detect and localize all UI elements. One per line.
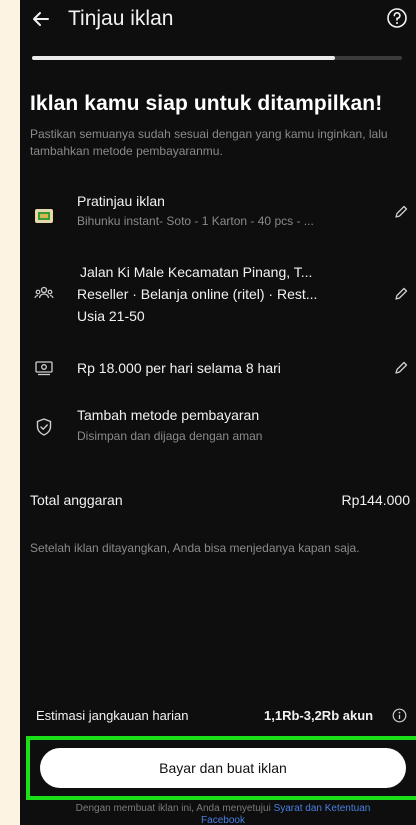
reach-value: 1,1Rb-3,2Rb akun [264,708,374,723]
phone-screen: Tinjau iklan Iklan kamu siap untuk ditam… [20,0,416,825]
pause-note: Setelah iklan ditayangkan, Anda bisa men… [30,541,360,555]
info-icon[interactable] [392,708,407,723]
help-icon[interactable] [386,7,408,29]
terms-link[interactable]: Syarat dan Ketentuan [274,803,371,814]
ad-image-icon [35,209,53,223]
audience-row[interactable]: Jalan Ki Male Kecamatan Pinang, T... Res… [20,258,416,332]
audience-age: Usia 21-50 [77,308,145,324]
facebook-link[interactable]: Facebook [201,815,245,825]
page-title: Tinjau iklan [68,7,174,30]
reach-label: Estimasi jangkauan harian [36,708,189,723]
money-icon [35,361,53,376]
shield-check-icon [36,418,52,436]
back-arrow-icon[interactable] [30,8,52,30]
budget-row[interactable]: Rp 18.000 per hari selama 8 hari [20,354,416,384]
total-budget-label: Total anggaran [30,492,123,508]
payment-method-row[interactable]: Tambah metode pembayaran Disimpan dan di… [20,404,416,450]
ad-preview-title: Pratinjau iklan [77,193,165,209]
pencil-icon[interactable] [393,360,409,376]
legal-prefix: Dengan membuat iklan ini, Anda menyetuju… [75,803,271,814]
progress-bar-fill [32,56,336,60]
payment-method-subtitle: Disimpan dan dijaga dengan aman [77,429,263,443]
payment-method-title: Tambah metode pembayaran [77,407,260,423]
pay-and-create-ad-button[interactable]: Bayar dan buat iklan [40,748,406,788]
legal-text: Dengan membuat iklan ini, Anda menyetuju… [30,803,416,825]
people-icon [34,286,54,299]
subtitle: Pastikan semuanya sudah sesuai dengan ya… [30,127,388,158]
audience-location: Jalan Ki Male Kecamatan Pinang, T... [80,264,313,280]
budget-summary: Rp 18.000 per hari selama 8 hari [77,360,281,376]
ad-preview-subtitle: Bihunku instant- Soto - 1 Karton - 40 pc… [77,214,314,228]
progress-bar [32,56,402,60]
audience-interests: Reseller · Belanja online (ritel) · Rest… [77,286,318,302]
ad-preview-row[interactable]: Pratinjau iklan Bihunku instant- Soto - … [20,190,416,240]
headline: Iklan kamu siap untuk ditampilkan! [30,92,383,115]
pencil-icon[interactable] [393,286,409,302]
pencil-icon[interactable] [393,204,409,220]
total-budget-value: Rp144.000 [341,492,410,508]
top-bar: Tinjau iklan [20,0,416,42]
